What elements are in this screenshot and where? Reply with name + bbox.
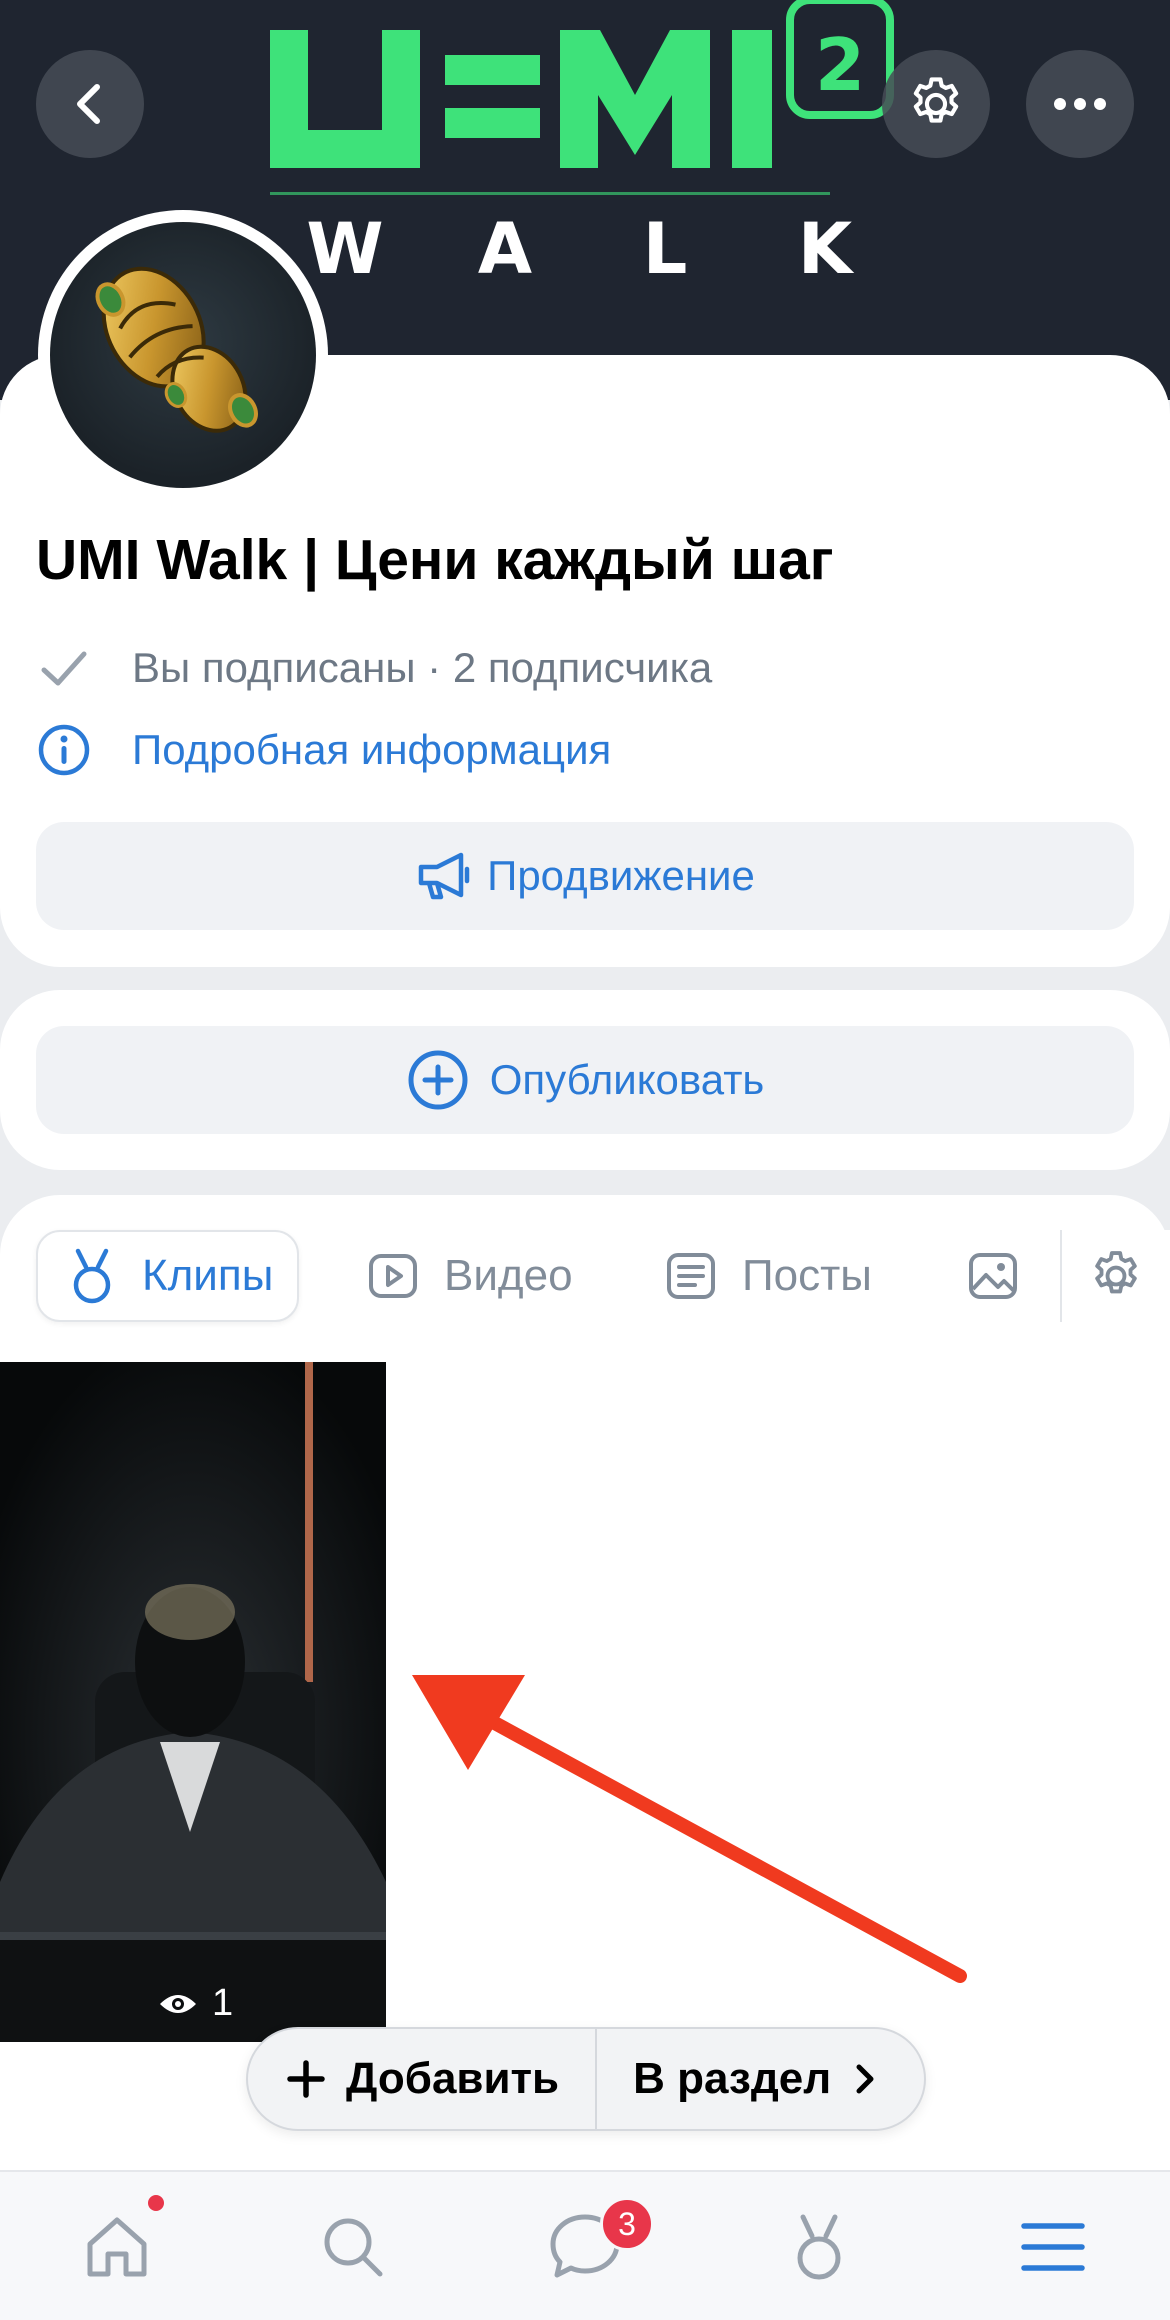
- chevron-left-icon: [77, 84, 100, 124]
- logo-letter: A: [477, 208, 543, 290]
- golden-footprint-image: [95, 266, 258, 433]
- page-title: UMI Walk | Цени каждый шаг: [36, 528, 834, 592]
- plus-circle-icon: [408, 1050, 468, 1110]
- home-notification-dot: [148, 2195, 164, 2211]
- photo-icon: [969, 1253, 1017, 1299]
- tabs-settings-button[interactable]: [1060, 1230, 1170, 1322]
- gear-icon: [913, 77, 959, 123]
- chevron-right-icon: [856, 2064, 874, 2094]
- avatar[interactable]: [38, 210, 328, 500]
- svg-text:2: 2: [815, 23, 865, 107]
- tabbar-clips[interactable]: [774, 2202, 864, 2292]
- views-count: 1: [212, 1982, 234, 2024]
- separator: ·: [415, 644, 453, 691]
- home-icon: [87, 2217, 147, 2277]
- publish-label: Опубликовать: [489, 1056, 765, 1103]
- megaphone-icon: [418, 852, 470, 900]
- promote-label: Продвижение: [487, 852, 755, 899]
- detailed-info-link[interactable]: Подробная информация: [36, 722, 611, 778]
- logo-letter: K: [797, 208, 863, 290]
- gear-icon: [1095, 1251, 1137, 1294]
- logo-letter: L: [642, 208, 698, 290]
- clips-icon: [797, 2214, 841, 2280]
- check-icon: [41, 651, 87, 686]
- tab-video[interactable]: Видео: [368, 1230, 573, 1322]
- search-icon: [324, 2218, 383, 2277]
- add-button[interactable]: Добавить: [248, 2029, 595, 2129]
- clip-views: 1: [158, 1982, 233, 2025]
- tab-posts[interactable]: Посты: [666, 1230, 872, 1322]
- menu-icon: [1021, 2223, 1085, 2271]
- content-tabs: Клипы Видео Посты: [0, 1230, 1170, 1326]
- to-section-button[interactable]: В раздел: [597, 2029, 919, 2129]
- more-horizontal-icon: [1054, 98, 1106, 110]
- to-section-label: В раздел: [633, 2054, 832, 2103]
- tab-clips[interactable]: Клипы: [36, 1230, 300, 1322]
- promote-button[interactable]: Продвижение: [36, 822, 1134, 930]
- publish-button[interactable]: Опубликовать: [36, 1026, 1134, 1134]
- video-icon: [369, 1254, 417, 1298]
- messages-badge: 3: [600, 2197, 654, 2251]
- info-icon: [38, 724, 90, 776]
- settings-button[interactable]: [882, 50, 990, 158]
- tabbar-search[interactable]: [308, 2202, 398, 2292]
- detailed-info-label: Подробная информация: [132, 726, 612, 773]
- posts-icon: [667, 1253, 715, 1299]
- clip-thumbnail[interactable]: 1: [0, 1362, 386, 2042]
- add-label: Добавить: [346, 2054, 560, 2103]
- plus-icon: [287, 2060, 325, 2098]
- tabbar-menu[interactable]: [1008, 2202, 1098, 2292]
- subscription-status[interactable]: Вы подписаны · 2 подписчика: [36, 640, 712, 696]
- more-button[interactable]: [1026, 50, 1134, 158]
- clip-action-bar: Добавить В раздел: [246, 2027, 926, 2131]
- tab-label: Посты: [742, 1251, 872, 1300]
- avatar-image: [50, 222, 316, 488]
- clips-icon: [73, 1248, 111, 1304]
- logo-walk-text: WALK: [270, 208, 910, 290]
- eye-icon: [160, 1994, 196, 2013]
- tabbar-home[interactable]: [72, 2202, 162, 2292]
- back-button[interactable]: [36, 50, 144, 158]
- subscribers-count: 2: [452, 644, 477, 691]
- subscribed-text: Вы подписаны: [132, 644, 416, 691]
- umi-logo: 2: [270, 0, 894, 195]
- bottom-tab-bar: [0, 2170, 1170, 2320]
- clip-preview-image: [0, 1362, 386, 2042]
- tab-label: Видео: [444, 1251, 573, 1300]
- subscribers-label: подписчика: [476, 644, 713, 691]
- red-arrow-annotation: [412, 1675, 967, 1983]
- tab-label: Клипы: [142, 1251, 274, 1300]
- tab-photos[interactable]: [968, 1230, 1044, 1322]
